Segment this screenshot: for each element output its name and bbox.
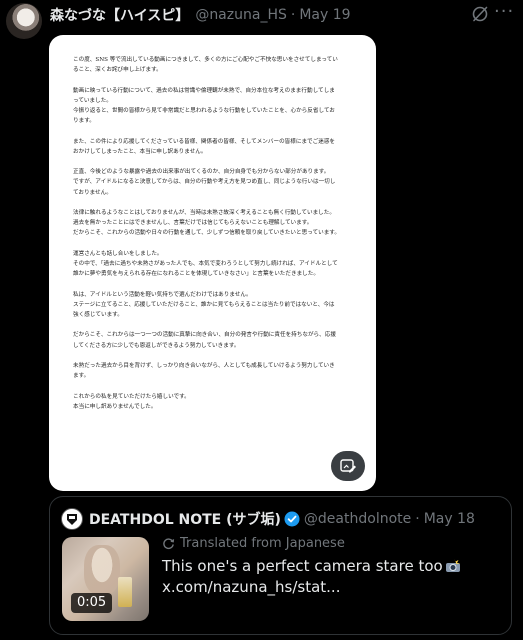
statement-paragraph: 法律に触れるようなことはしておりませんが、当時は未熟さ故深く考えることも無く行動…	[73, 208, 353, 239]
quoted-video-thumbnail[interactable]: 0:05	[62, 537, 149, 621]
translated-text: Translated from Japanese	[180, 535, 345, 551]
statement-paragraph: 動画に映っている行動について、過去の私は常識や倫理観が未熟で、自分本位な考えのま…	[73, 86, 353, 127]
statement-paragraph: 正直、今後どのような暴露や過去の出来事が出てくるのか、自分自身でも分からない部分…	[73, 167, 353, 198]
author-avatar[interactable]	[6, 3, 42, 39]
statement-paragraph: この度、SNS 等で流出している動画につきまして、多くの方にご心配やご不快な思い…	[73, 55, 353, 75]
statement-line: ておりません。	[73, 189, 112, 196]
quoted-author-name[interactable]: DEATHDOL NOTE (サブ垢)	[89, 509, 281, 529]
statement-line: だからこそ、これからは一つ一つの活動に真摯に向き合い、自分の発言や行動に責任を持…	[73, 332, 336, 339]
more-options-icon[interactable]: ···	[494, 3, 514, 24]
statement-line: 誰かに夢や勇気を与えられる存在になれることを体現していきなさい」と言葉をいただき…	[73, 271, 319, 278]
statement-line: ります。	[73, 118, 95, 125]
quoted-post-date[interactable]: May 18	[424, 511, 475, 527]
translated-from-label[interactable]: Translated from Japanese	[162, 535, 345, 551]
statement-line: 正直、今後どのような暴露や過去の出来事が出てくるのか、自分自身でも分からない部分…	[73, 169, 330, 176]
statement-line: この度、SNS 等で流出している動画につきまして、多くの方にご心配やご不快な思い…	[73, 57, 338, 63]
statement-paragraph: これからの私を見ていただけたら嬉しいです。 本当に申し訳ありませんでした。	[73, 392, 353, 412]
post-card[interactable]: 森なづな【ハイスピ】 @nazuna_HS · May 19 ··· この度、S…	[0, 0, 523, 640]
statement-line: 動画に映っている行動について、過去の私は常識や倫理観が未熟で、自分本位な考えのま…	[73, 87, 335, 94]
quoted-author-handle[interactable]: @deathdolnote	[304, 511, 411, 527]
statement-text: この度、SNS 等で流出している動画につきまして、多くの方にご心配やご不快な思い…	[73, 55, 353, 422]
statement-line: また、この件により応援してくださっている皆様、関係者の皆様、そしてメンバーの皆様…	[73, 138, 336, 145]
quoted-text-line1: This one's a perfect camera stare too	[162, 557, 443, 575]
thumbnail-glass	[118, 577, 132, 607]
attached-statement-image[interactable]: この度、SNS 等で流出している動画につきまして、多くの方にご心配やご不快な思い…	[49, 35, 376, 491]
statement-line: ですが、アイドルになると決意してからは、自分の行動や考え方を見つめ直し、同じよう…	[73, 179, 336, 186]
author-handle[interactable]: @nazuna_HS	[195, 7, 287, 23]
translate-icon	[163, 537, 175, 549]
statement-line: 過去を無かったことにはできませんし、言葉だけでは信じてもらえないことも理解してい…	[73, 220, 313, 227]
camera-flash-emoji	[445, 558, 460, 572]
statement-line: ます。	[73, 373, 90, 380]
thumbnail-figure	[84, 545, 120, 595]
post-header: 森なづな【ハイスピ】 @nazuna_HS · May 19	[50, 5, 351, 25]
grok-icon[interactable]	[470, 4, 490, 24]
quoted-post[interactable]: DEATHDOL NOTE (サブ垢) @deathdolnote · May …	[49, 496, 512, 635]
statement-line: 私は、アイドルという活動を軽い気持ちで選んだわけではありません。	[73, 291, 252, 298]
statement-line: 今振り返ると、世間の皆様から見て非常識だと思われるような行動をしていたことを、心…	[73, 108, 335, 114]
statement-line: っていました。	[73, 97, 112, 104]
statement-paragraph: 私は、アイドルという活動を軽い気持ちで選んだわけではありません。ステージに立てる…	[73, 290, 353, 321]
statement-line: だからこそ、これからの活動や日々の行動を通して、少しずつ信頼を取り戻していきたい…	[73, 230, 340, 237]
alt-text-edit-icon	[340, 459, 356, 473]
quoted-post-link[interactable]: x.com/nazuna_hs/stat...	[162, 577, 502, 598]
statement-paragraph: 未熟だった過去から目を背けず、しっかり向き合いながら、人としても成長していけるよ…	[73, 361, 353, 381]
post-date[interactable]: May 19	[299, 7, 350, 23]
statement-line: おかけしてしまったこと、本当に申し訳ありません。	[73, 148, 207, 155]
statement-line: これからの私を見ていただけたら嬉しいです。	[73, 393, 190, 400]
statement-line: 強く感じています。	[73, 311, 123, 318]
statement-line: ること、深くお詫び申し上げます。	[73, 67, 162, 74]
statement-line: ステージに立てること、応援していただけること、誰かに見てもらえることは当たり前で…	[73, 301, 335, 308]
statement-line: 本当に申し訳ありませんでした。	[73, 403, 157, 410]
verified-badge-icon	[284, 511, 300, 527]
statement-paragraph: また、この件により応援してくださっている皆様、関係者の皆様、そしてメンバーの皆様…	[73, 137, 353, 157]
statement-paragraph: 運営さんとも話し合いをしました。その中で、「過去に過ちや未熟さがあった人でも、本…	[73, 249, 353, 280]
statement-line: その中で、「過去に過ちや未熟さがあった人でも、本気で変わろうとして努力し続ければ…	[73, 260, 338, 267]
quoted-post-text: This one's a perfect camera stare too x.…	[162, 556, 502, 598]
statement-line: 法律に触れるようなことはしておりませんが、当時は未熟さ故深く考えることも無く行動…	[73, 209, 335, 216]
header-separator: ·	[290, 7, 296, 23]
statement-paragraph: だからこそ、これからは一つ一つの活動に真摯に向き合い、自分の発言や行動に責任を持…	[73, 330, 353, 350]
author-display-name[interactable]: 森なづな【ハイスピ】	[50, 5, 189, 25]
alt-text-edit-button[interactable]	[331, 451, 365, 481]
quoted-author-avatar[interactable]	[61, 508, 83, 530]
video-duration-badge: 0:05	[71, 593, 113, 613]
statement-line: 運営さんとも話し合いをしました。	[73, 250, 163, 257]
quoted-header-separator: ·	[415, 511, 420, 527]
statement-line: してくださる方に少しでも恩返しができるよう努力していきます。	[73, 342, 240, 349]
statement-line: 未熟だった過去から目を背けず、しっかり向き合いながら、人としても成長していけるよ…	[73, 362, 335, 369]
quoted-post-header: DEATHDOL NOTE (サブ垢) @deathdolnote · May …	[89, 508, 475, 530]
